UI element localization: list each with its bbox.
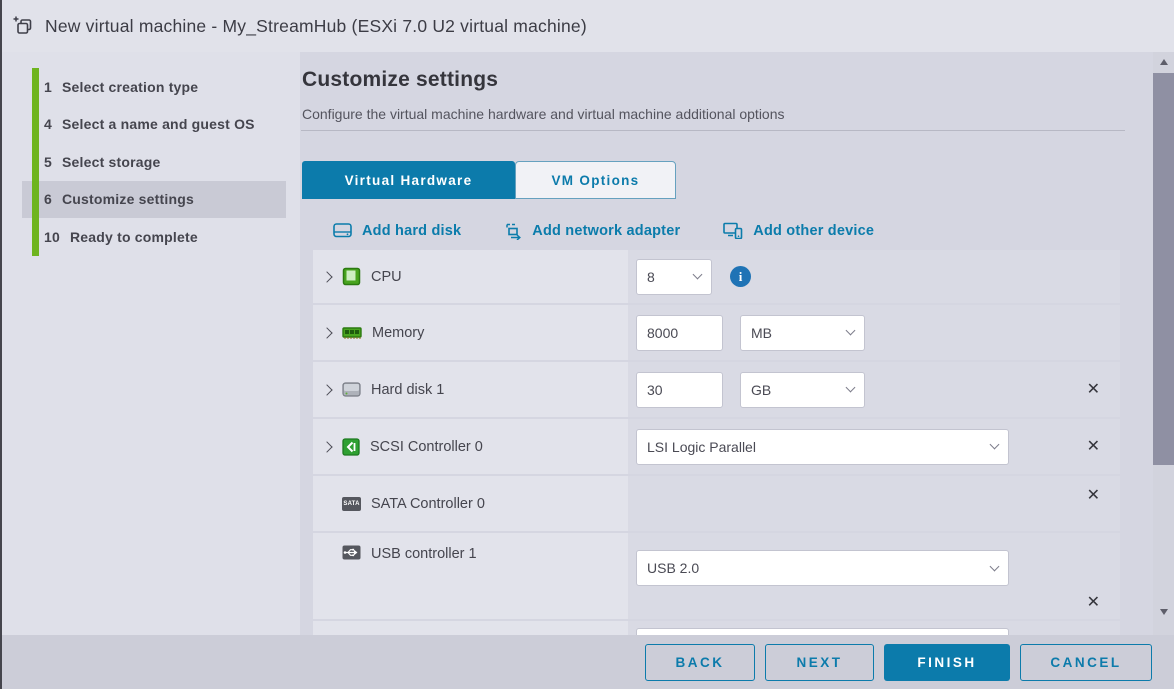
tab-label: VM Options xyxy=(552,173,640,188)
chevron-down-icon xyxy=(846,383,856,393)
finish-button[interactable]: FINISH xyxy=(884,644,1010,681)
scsi-type-value: LSI Logic Parallel xyxy=(647,439,756,455)
page-subtitle: Configure the virtual machine hardware a… xyxy=(302,106,785,122)
usb-version-select[interactable]: USB 2.0 xyxy=(636,550,1009,586)
step-label: Select a name and guest OS xyxy=(62,116,255,132)
step-number: 1 xyxy=(44,79,52,95)
scsi-type-select[interactable]: LSI Logic Parallel xyxy=(636,429,1009,465)
next-button[interactable]: NEXT xyxy=(765,644,874,681)
hard-disk-label: Hard disk 1 xyxy=(371,382,444,398)
hard-disk-size-input[interactable] xyxy=(636,372,723,408)
step-ready-to-complete[interactable]: 10 Ready to complete xyxy=(22,218,286,256)
cpu-count-select[interactable]: 8 xyxy=(636,259,712,295)
remove-sata-controller-button[interactable]: ✕ xyxy=(1087,488,1100,504)
new-vm-icon xyxy=(12,15,34,37)
tab-vm-options[interactable]: VM Options xyxy=(515,161,676,199)
usb-controller-label: USB controller 1 xyxy=(371,546,477,562)
memory-row: Memory MB xyxy=(313,305,1120,360)
cpu-row: CPU 8 i xyxy=(313,250,1120,303)
step-label: Customize settings xyxy=(62,191,194,207)
cpu-count-value: 8 xyxy=(647,269,655,285)
remove-scsi-controller-button[interactable]: ✕ xyxy=(1087,439,1100,455)
step-select-creation-type[interactable]: 1 Select creation type xyxy=(22,68,286,106)
step-label: Ready to complete xyxy=(70,229,198,245)
step-number: 4 xyxy=(44,116,52,132)
sata-controller-label: SATA Controller 0 xyxy=(371,496,485,512)
cpu-icon xyxy=(342,267,361,286)
step-select-storage[interactable]: 5 Select storage xyxy=(22,143,286,181)
new-vm-wizard-window: New virtual machine - My_StreamHub (ESXi… xyxy=(0,0,1174,689)
add-network-adapter-button[interactable]: Add network adapter xyxy=(504,222,680,240)
chevron-down-icon xyxy=(990,561,1000,571)
hard-disk-unit-value: GB xyxy=(751,382,771,398)
hard-disk-unit-select[interactable]: GB xyxy=(740,372,865,408)
memory-expand-chevron-icon[interactable] xyxy=(321,327,332,338)
add-other-device-label: Add other device xyxy=(753,223,874,239)
wizard-footer: BACK NEXT FINISH CANCEL xyxy=(0,635,1174,689)
title-bar: New virtual machine - My_StreamHub (ESXi… xyxy=(0,0,1174,52)
hard-disk-icon xyxy=(342,382,361,397)
next-device-row-partial xyxy=(313,621,1120,635)
chevron-down-icon xyxy=(693,270,703,280)
usb-version-value: USB 2.0 xyxy=(647,560,699,576)
memory-size-input[interactable] xyxy=(636,315,723,351)
sata-controller-icon: SATA xyxy=(342,497,361,511)
chevron-down-icon xyxy=(846,326,856,336)
chevron-down-icon xyxy=(990,440,1000,450)
usb-controller-row: USB controller 1 USB 2.0 ✕ xyxy=(313,533,1120,619)
cancel-button[interactable]: CANCEL xyxy=(1020,644,1152,681)
scsi-controller-row: SCSI Controller 0 LSI Logic Parallel ✕ xyxy=(313,419,1120,474)
scroll-down-icon[interactable] xyxy=(1153,602,1174,622)
header-divider xyxy=(301,130,1125,131)
other-device-add-icon xyxy=(723,222,744,239)
next-device-select[interactable] xyxy=(636,628,1009,635)
step-label: Select creation type xyxy=(62,79,198,95)
virtual-hardware-table: CPU 8 i xyxy=(313,250,1120,635)
window-title: New virtual machine - My_StreamHub (ESXi… xyxy=(45,16,587,37)
step-number: 5 xyxy=(44,154,52,170)
memory-unit-select[interactable]: MB xyxy=(740,315,865,351)
cpu-label: CPU xyxy=(371,269,402,285)
step-number: 10 xyxy=(44,229,60,245)
scroll-up-icon[interactable] xyxy=(1153,52,1174,72)
step-label: Select storage xyxy=(62,154,161,170)
add-hard-disk-button[interactable]: Add hard disk xyxy=(333,222,461,239)
sata-controller-row: SATA SATA Controller 0 ✕ xyxy=(313,476,1120,531)
wizard-steps-sidebar: 1 Select creation type 4 Select a name a… xyxy=(0,52,300,635)
back-button[interactable]: BACK xyxy=(645,644,755,681)
step-number: 6 xyxy=(44,191,52,207)
step-select-name-guest-os[interactable]: 4 Select a name and guest OS xyxy=(22,106,286,144)
hard-disk-add-icon xyxy=(333,222,353,239)
add-other-device-button[interactable]: Add other device xyxy=(723,222,874,239)
add-hard-disk-label: Add hard disk xyxy=(362,223,461,239)
tab-virtual-hardware[interactable]: Virtual Hardware xyxy=(302,161,515,199)
scsi-controller-label: SCSI Controller 0 xyxy=(370,439,483,455)
step-customize-settings[interactable]: 6 Customize settings xyxy=(22,181,286,219)
tab-label: Virtual Hardware xyxy=(345,173,473,188)
remove-usb-controller-button[interactable]: ✕ xyxy=(1087,595,1100,611)
steps-progress-bar xyxy=(32,68,39,256)
settings-tabs: Virtual Hardware VM Options xyxy=(302,161,676,199)
network-adapter-add-icon xyxy=(504,222,523,240)
page-title: Customize settings xyxy=(302,68,498,92)
usb-controller-icon xyxy=(342,545,361,560)
memory-unit-value: MB xyxy=(751,325,772,341)
info-icon[interactable]: i xyxy=(730,266,751,287)
scrollbar-thumb[interactable] xyxy=(1153,73,1174,465)
add-network-adapter-label: Add network adapter xyxy=(532,223,680,239)
memory-icon xyxy=(342,325,362,341)
scsi-controller-icon xyxy=(342,438,360,456)
memory-label: Memory xyxy=(372,325,424,341)
add-device-toolbar: Add hard disk Add network adapter xyxy=(313,211,874,250)
window-edge xyxy=(0,0,2,689)
cpu-expand-chevron-icon[interactable] xyxy=(321,271,332,282)
scsi-expand-chevron-icon[interactable] xyxy=(321,441,332,452)
remove-hard-disk-button[interactable]: ✕ xyxy=(1087,382,1100,398)
hard-disk-row: Hard disk 1 GB ✕ xyxy=(313,362,1120,417)
vertical-scrollbar[interactable] xyxy=(1153,52,1174,635)
hard-disk-expand-chevron-icon[interactable] xyxy=(321,384,332,395)
